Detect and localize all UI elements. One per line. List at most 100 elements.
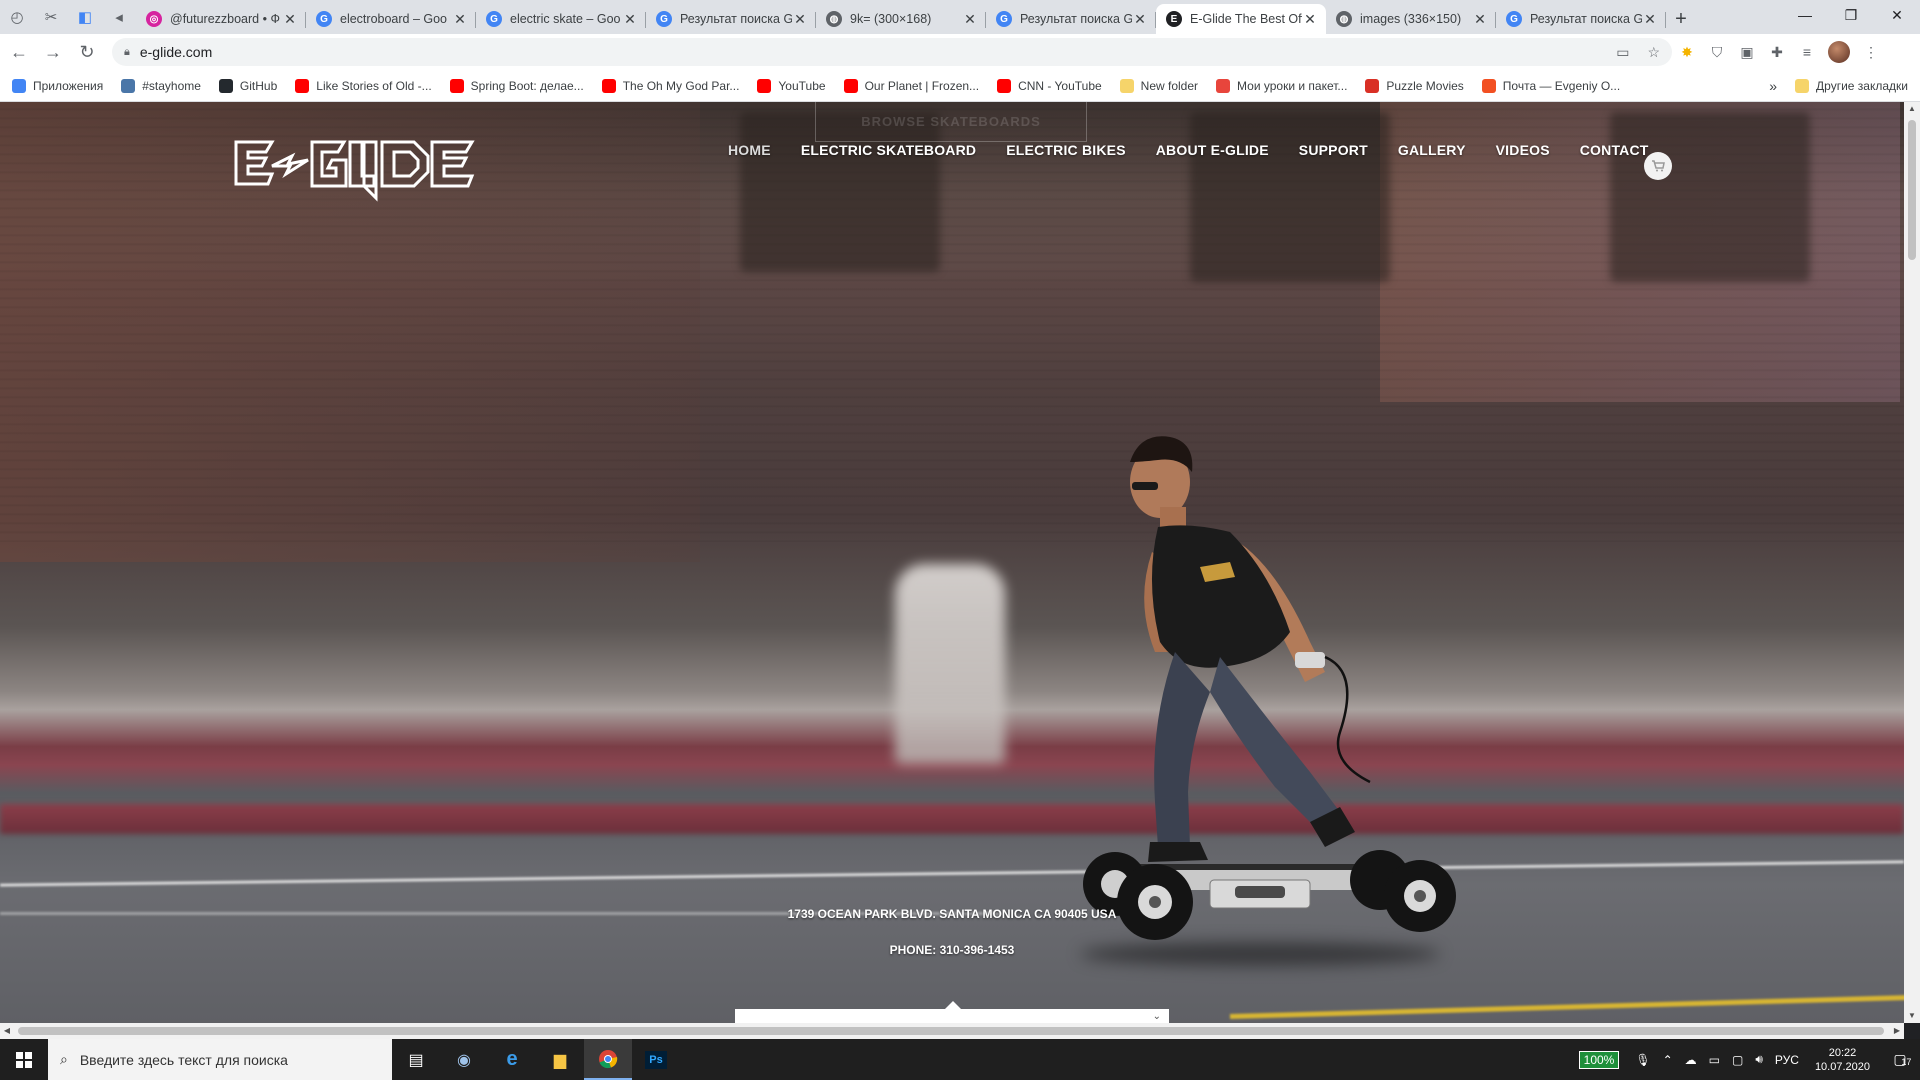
network-icon[interactable]: ▢ [1732,1053,1743,1067]
clock[interactable]: 20:22 10.07.2020 [1815,1046,1870,1074]
new-tab-button[interactable]: + [1666,4,1696,34]
browser-tab[interactable]: Gelectric skate – Goo ✕ [476,4,646,34]
plus-icon: + [1675,7,1687,30]
bookmark-item[interactable]: #stayhome [121,78,201,93]
browser-tab[interactable]: G Результат поиска G ✕ [986,4,1156,34]
extension-shield-icon[interactable]: ⛉ [1702,37,1732,67]
edge-app[interactable]: e [488,1039,536,1080]
bookmark-item[interactable]: Puzzle Movies [1365,78,1464,93]
back-button[interactable]: ← [4,37,34,67]
forward-button[interactable]: → [38,37,68,67]
minimize-button[interactable]: — [1782,0,1828,30]
horizontal-scroll-thumb[interactable] [18,1027,1884,1035]
browser-tab[interactable]: E E-Glide The Best Off ✕ [1156,4,1326,34]
bookmark-item[interactable]: YouTube [757,78,826,93]
restore-button[interactable]: ❐ [1828,0,1874,30]
scroll-down-arrow[interactable]: ▼ [1904,1009,1920,1023]
pinned-tab-back[interactable]: ◴ [0,0,34,34]
media-controls-icon[interactable]: ≡ [1792,37,1822,67]
microphone-icon[interactable]: 🎙︎ [1635,1053,1650,1067]
battery-percent[interactable]: 100% [1578,1050,1620,1069]
close-tab-icon[interactable]: ✕ [622,11,638,28]
nav-home[interactable]: HOME [728,142,771,158]
nav-electric-bikes[interactable]: ELECTRIC BIKES [1006,142,1125,158]
address-bar[interactable]: 🔒︎ e-glide.com ▭ ☆ [112,38,1672,66]
task-view-icon: ▤ [408,1051,424,1069]
start-button[interactable] [0,1039,48,1080]
cast-icon[interactable]: ▭ [1616,44,1629,61]
steam-app[interactable]: ◉ [440,1039,488,1080]
pinned-tab-tools[interactable]: ✂ [34,0,68,34]
browse-skateboards-button[interactable]: BROWSE SKATEBOARDS [815,102,1087,142]
bookmarks-overflow-button[interactable]: » [1769,78,1777,94]
bookmark-item[interactable]: Приложения [12,78,103,93]
onedrive-icon[interactable]: ☁ [1685,1053,1697,1067]
extension-box-icon[interactable]: ▣ [1732,37,1762,67]
other-bookmarks[interactable]: Другие закладки [1795,79,1908,93]
bookmark-item[interactable]: Мои уроки и пакет... [1216,78,1347,93]
browser-tab[interactable]: ◎ @futurezzboard • Ф ✕ [136,4,306,34]
close-window-button[interactable]: ✕ [1874,0,1920,30]
browser-tab[interactable]: G Результат поиска G ✕ [1496,4,1666,34]
notification-center-button[interactable]: ▢ 17 [1880,1039,1920,1080]
scroll-left-arrow[interactable]: ◀ [0,1023,14,1039]
close-tab-icon[interactable]: ✕ [1472,11,1488,28]
browser-tab[interactable]: ◍ 9k= (300×168) ✕ [816,4,986,34]
menu-kebab-icon[interactable]: ⋮ [1856,37,1886,67]
battery-icon[interactable]: ▭ [1709,1053,1720,1067]
bookmark-item[interactable]: Почта — Evgeniy O... [1481,78,1620,93]
close-tab-icon[interactable]: ✕ [452,11,468,28]
task-view-button[interactable]: ▤ [392,1039,440,1080]
close-tab-icon[interactable]: ✕ [1132,11,1148,28]
nav-videos[interactable]: VIDEOS [1496,142,1550,158]
taskbar-search[interactable]: ⌕ Введите здесь текст для поиска [48,1039,392,1080]
browser-tab[interactable]: Gelectroboard – Goo ✕ [306,4,476,34]
explorer-app[interactable]: ▆ [536,1039,584,1080]
vertical-scrollbar[interactable]: ▲ ▼ [1904,102,1920,1023]
close-tab-icon[interactable]: ✕ [282,11,298,28]
bookmark-item[interactable]: CNN - YouTube [997,78,1102,93]
profile-avatar[interactable] [1828,41,1850,63]
close-tab-icon[interactable]: ✕ [1642,11,1658,28]
browser-tab[interactable]: ◍ images (336×150) ✕ [1326,4,1496,34]
chevron-down-icon: ⌄ [1152,1011,1161,1022]
reload-button[interactable]: ↻ [72,37,102,67]
bookmark-item[interactable]: Our Planet | Frozen... [843,78,979,93]
lock-icon: 🔒︎ [124,45,130,58]
extensions-puzzle-icon[interactable]: ✚ [1762,37,1792,67]
nav-gallery[interactable]: GALLERY [1398,142,1466,158]
bookmark-item[interactable]: New folder [1119,78,1198,93]
nav-about-e-glide[interactable]: ABOUT E-GLIDE [1156,142,1269,158]
close-tab-icon[interactable]: ✕ [962,11,978,28]
chrome-app[interactable] [584,1039,632,1080]
photoshop-app[interactable]: Ps [632,1039,680,1080]
browser-tab[interactable]: G Результат поиска G ✕ [646,4,816,34]
nav-contact[interactable]: CONTACT [1580,142,1649,158]
vk-icon [121,78,136,93]
close-tab-icon[interactable]: ✕ [792,11,808,28]
clock-date: 10.07.2020 [1814,1060,1870,1073]
bookmark-item[interactable]: Spring Boot: делае... [449,78,584,93]
extension-lightbulb-icon[interactable]: ✸ [1672,37,1702,67]
bookmark-item[interactable]: Like Stories of Old -... [295,78,432,93]
bookmark-item[interactable]: GitHub [218,78,277,93]
scroll-up-arrow[interactable]: ▲ [1904,102,1920,116]
cart-button[interactable] [1644,152,1672,180]
language-indicator[interactable]: РУС [1775,1053,1799,1067]
scroll-right-arrow[interactable]: ▶ [1890,1023,1904,1039]
chevron-up-icon[interactable]: ⌃ [1663,1053,1673,1067]
bookmark-item[interactable]: The Oh My God Par... [601,78,739,93]
pinned-tab-translate[interactable]: ◧ [68,0,102,34]
nav-support[interactable]: SUPPORT [1299,142,1368,158]
vertical-scroll-thumb[interactable] [1908,120,1916,260]
footer-select[interactable]: ⌄ [735,1001,1169,1023]
tab-title: Результат поиска G [1020,12,1132,26]
pinned-tab-mute[interactable]: ◂ [102,0,136,34]
volume-icon[interactable]: 🔊︎ [1755,1052,1763,1067]
nav-electric-skateboard[interactable]: ELECTRIC SKATEBOARD [801,142,976,158]
bookmark-star-icon[interactable]: ☆ [1647,44,1660,61]
close-tab-icon[interactable]: ✕ [1302,11,1318,28]
globe-icon: ◍ [1336,11,1352,27]
horizontal-scrollbar[interactable]: ◀ ▶ [0,1023,1904,1039]
eglide-logo[interactable] [232,132,484,202]
